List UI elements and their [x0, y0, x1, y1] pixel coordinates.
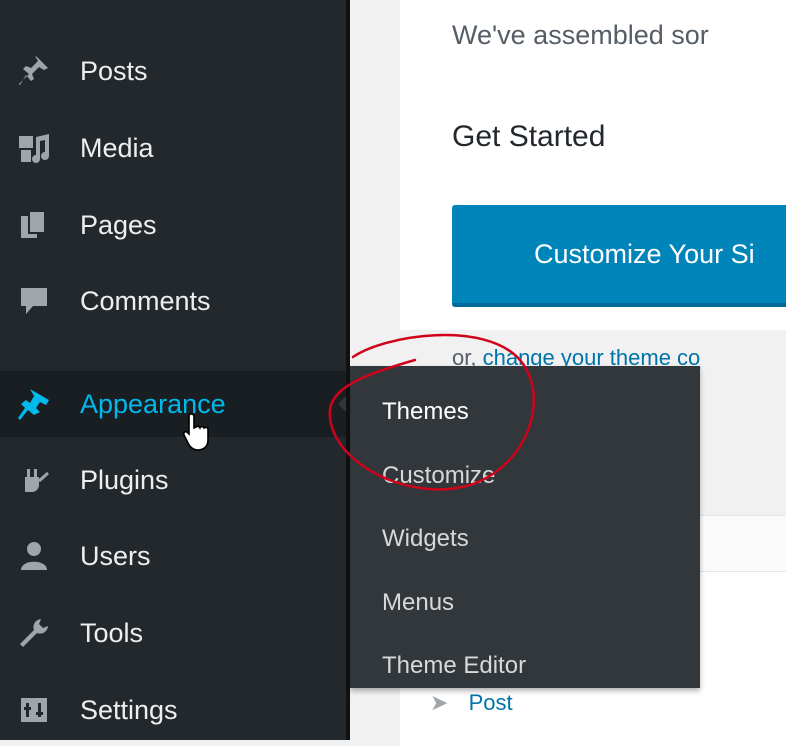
pin-icon [16, 53, 52, 89]
sidebar-item-posts[interactable]: Posts [0, 38, 350, 104]
user-icon [16, 538, 52, 574]
submenu-item-themes[interactable]: Themes [382, 398, 469, 426]
sidebar-item-media[interactable]: Media [0, 115, 350, 181]
customize-site-button[interactable]: Customize Your Si [452, 205, 786, 307]
post-link[interactable]: Post [469, 690, 513, 715]
sidebar-item-label: Settings [80, 694, 178, 725]
appearance-submenu: Themes Customize Widgets Menus Theme Edi… [350, 366, 700, 688]
submenu-item-menus[interactable]: Menus [382, 589, 454, 617]
sidebar-item-pages[interactable]: Pages [0, 192, 350, 258]
sidebar-item-tools[interactable]: Tools [0, 600, 350, 666]
plugin-icon [16, 462, 52, 498]
pages-icon [16, 207, 52, 243]
admin-sidebar: Posts Media Pages Comments Appearance Pl… [0, 0, 350, 740]
sidebar-item-label: Posts [80, 55, 148, 86]
paintbrush-icon [16, 386, 52, 422]
pin-icon: ➤ [430, 690, 449, 715]
submenu-item-theme-editor[interactable]: Theme Editor [382, 652, 526, 680]
post-link-row[interactable]: ➤ Post [430, 690, 513, 716]
wrench-icon [16, 615, 52, 651]
sidebar-item-comments[interactable]: Comments [0, 268, 350, 334]
media-icon [16, 130, 52, 166]
get-started-heading: Get Started [452, 120, 606, 153]
sidebar-item-label: Plugins [80, 464, 169, 495]
sidebar-item-label: Comments [80, 285, 211, 316]
welcome-intro-text: We've assembled sor [452, 20, 709, 50]
sidebar-item-settings[interactable]: Settings [0, 677, 350, 743]
sidebar-item-label: Users [80, 540, 151, 571]
settings-icon [16, 692, 52, 728]
sidebar-item-label: Pages [80, 209, 157, 240]
submenu-item-customize[interactable]: Customize [382, 462, 495, 490]
sidebar-item-users[interactable]: Users [0, 523, 350, 589]
comment-icon [16, 283, 52, 319]
sidebar-item-label: Tools [80, 617, 144, 648]
sidebar-item-label: Media [80, 132, 154, 163]
submenu-item-widgets[interactable]: Widgets [382, 525, 469, 553]
sidebar-item-plugins[interactable]: Plugins [0, 447, 350, 513]
hand-cursor-icon [182, 413, 209, 451]
sidebar-item-appearance[interactable]: Appearance [0, 371, 350, 437]
